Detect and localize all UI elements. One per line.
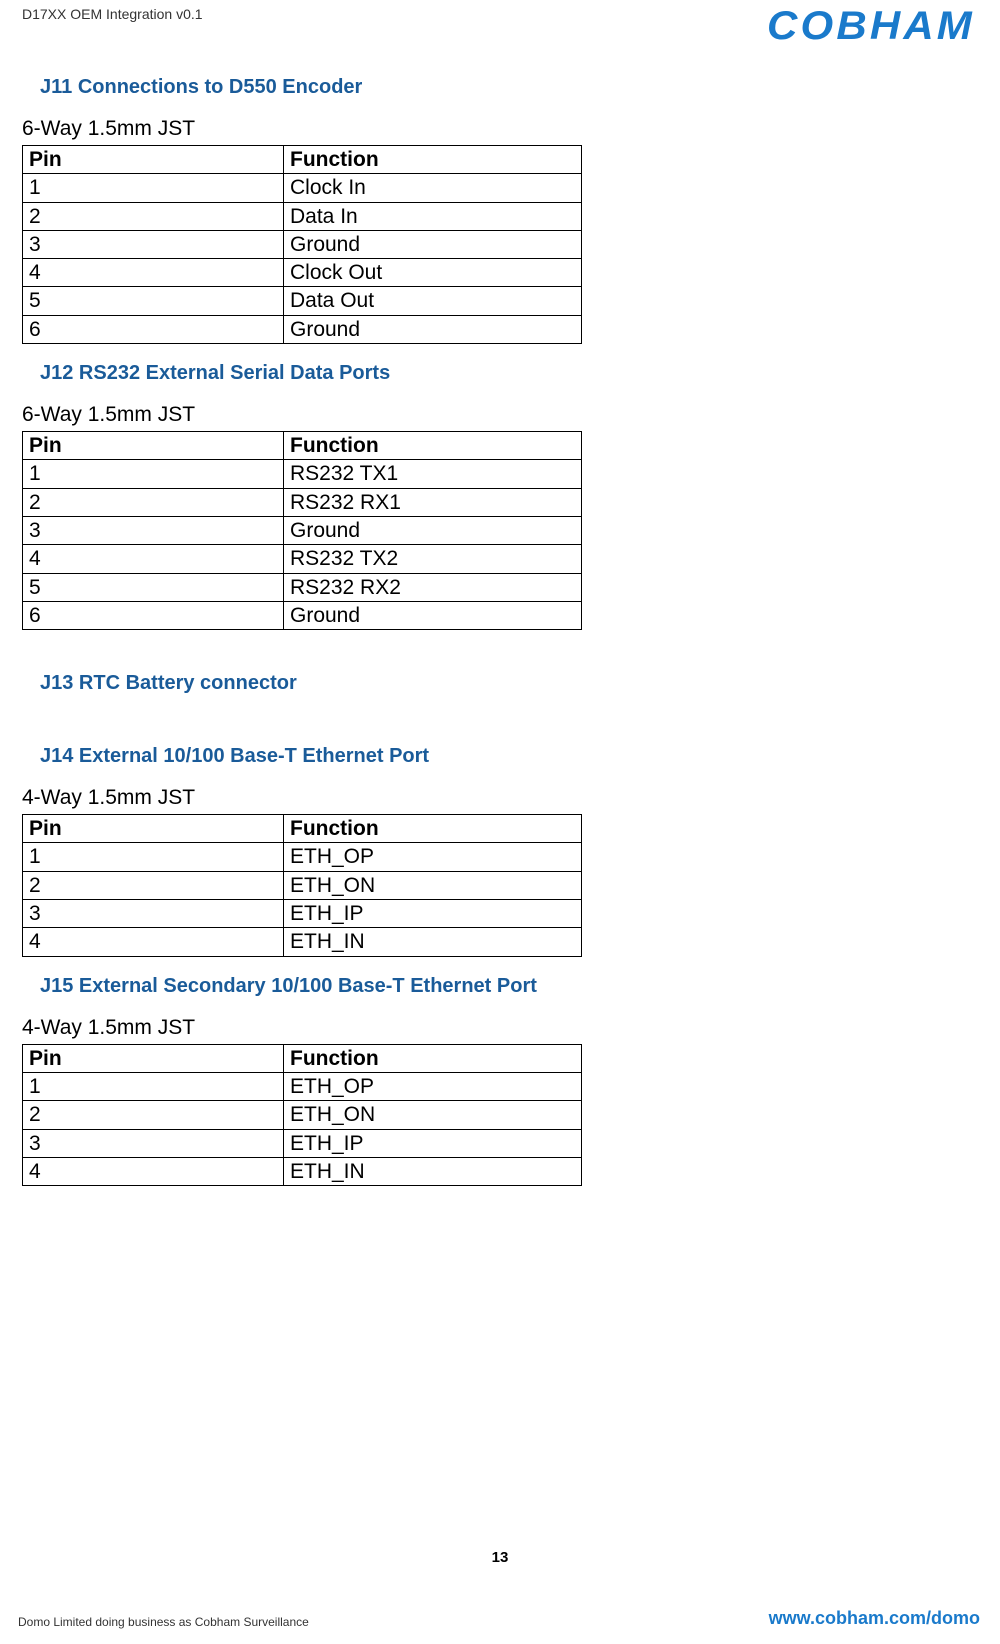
table-row: 5RS232 RX2 <box>23 573 582 601</box>
pin-cell: 2 <box>23 871 284 899</box>
table-row: 2RS232 RX1 <box>23 488 582 516</box>
pin-cell: 4 <box>23 545 284 573</box>
func-cell: RS232 TX1 <box>284 460 582 488</box>
table-row: 2ETH_ON <box>23 871 582 899</box>
pin-cell: 2 <box>23 488 284 516</box>
table-row: 3Ground <box>23 230 582 258</box>
pin-cell: 1 <box>23 843 284 871</box>
pin-table-j12: Pin Function 1RS232 TX1 2RS232 RX1 3Grou… <box>22 431 582 630</box>
col-pin: Pin <box>23 815 284 843</box>
col-pin: Pin <box>23 1044 284 1072</box>
pin-cell: 4 <box>23 259 284 287</box>
col-function: Function <box>284 146 582 174</box>
section-heading-j13: J13 RTC Battery connector <box>40 672 782 695</box>
footer-company: Domo Limited doing business as Cobham Su… <box>18 1615 309 1629</box>
pin-cell: 5 <box>23 573 284 601</box>
col-pin: Pin <box>23 432 284 460</box>
cobham-logo: COBHAM <box>767 4 975 49</box>
pin-cell: 1 <box>23 460 284 488</box>
table-row: 2Data In <box>23 202 582 230</box>
pin-cell: 6 <box>23 601 284 629</box>
func-cell: Ground <box>284 601 582 629</box>
func-cell: RS232 TX2 <box>284 545 582 573</box>
table-row: 1Clock In <box>23 174 582 202</box>
table-row: 4RS232 TX2 <box>23 545 582 573</box>
func-cell: ETH_OP <box>284 843 582 871</box>
func-cell: Ground <box>284 516 582 544</box>
func-cell: Clock Out <box>284 259 582 287</box>
table-row: 3Ground <box>23 516 582 544</box>
table-row: 5Data Out <box>23 287 582 315</box>
table-row: 3ETH_IP <box>23 1129 582 1157</box>
connector-type-j12: 6-Way 1.5mm JST <box>22 403 782 427</box>
col-pin: Pin <box>23 146 284 174</box>
page-number: 13 <box>0 1549 1000 1566</box>
pin-cell: 4 <box>23 1157 284 1185</box>
footer-url: www.cobham.com/domo <box>769 1608 980 1629</box>
func-cell: ETH_ON <box>284 1101 582 1129</box>
pin-cell: 3 <box>23 230 284 258</box>
pin-cell: 1 <box>23 174 284 202</box>
func-cell: ETH_IP <box>284 1129 582 1157</box>
pin-cell: 6 <box>23 315 284 343</box>
func-cell: Data Out <box>284 287 582 315</box>
table-row: 6Ground <box>23 315 582 343</box>
table-row: 3ETH_IP <box>23 900 582 928</box>
func-cell: ETH_IN <box>284 928 582 956</box>
pin-cell: 1 <box>23 1072 284 1100</box>
table-header-row: Pin Function <box>23 146 582 174</box>
func-cell: RS232 RX1 <box>284 488 582 516</box>
section-heading-j11: J11 Connections to D550 Encoder <box>40 76 782 99</box>
pin-table-j11: Pin Function 1Clock In 2Data In 3Ground … <box>22 145 582 344</box>
pin-cell: 3 <box>23 900 284 928</box>
func-cell: RS232 RX2 <box>284 573 582 601</box>
pin-cell: 2 <box>23 202 284 230</box>
func-cell: ETH_IN <box>284 1157 582 1185</box>
table-row: 6Ground <box>23 601 582 629</box>
func-cell: Clock In <box>284 174 582 202</box>
table-row: 4ETH_IN <box>23 928 582 956</box>
col-function: Function <box>284 1044 582 1072</box>
section-heading-j15: J15 External Secondary 10/100 Base-T Eth… <box>40 975 782 998</box>
table-header-row: Pin Function <box>23 432 582 460</box>
pin-cell: 2 <box>23 1101 284 1129</box>
func-cell: ETH_OP <box>284 1072 582 1100</box>
table-row: 1ETH_OP <box>23 1072 582 1100</box>
pin-table-j15: Pin Function 1ETH_OP 2ETH_ON 3ETH_IP 4ET… <box>22 1044 582 1186</box>
pin-cell: 5 <box>23 287 284 315</box>
col-function: Function <box>284 815 582 843</box>
func-cell: ETH_IP <box>284 900 582 928</box>
pin-cell: 3 <box>23 1129 284 1157</box>
table-row: 1RS232 TX1 <box>23 460 582 488</box>
table-row: 2ETH_ON <box>23 1101 582 1129</box>
table-header-row: Pin Function <box>23 815 582 843</box>
connector-type-j11: 6-Way 1.5mm JST <box>22 117 782 141</box>
table-row: 1ETH_OP <box>23 843 582 871</box>
section-heading-j14: J14 External 10/100 Base-T Ethernet Port <box>40 745 782 768</box>
func-cell: Ground <box>284 230 582 258</box>
col-function: Function <box>284 432 582 460</box>
func-cell: ETH_ON <box>284 871 582 899</box>
func-cell: Ground <box>284 315 582 343</box>
table-row: 4ETH_IN <box>23 1157 582 1185</box>
table-header-row: Pin Function <box>23 1044 582 1072</box>
connector-type-j15: 4-Way 1.5mm JST <box>22 1016 782 1040</box>
func-cell: Data In <box>284 202 582 230</box>
page-header: D17XX OEM Integration v0.1 COBHAM <box>22 6 980 56</box>
pin-cell: 3 <box>23 516 284 544</box>
page-content: J11 Connections to D550 Encoder 6-Way 1.… <box>22 58 782 1186</box>
pin-cell: 4 <box>23 928 284 956</box>
connector-type-j14: 4-Way 1.5mm JST <box>22 786 782 810</box>
pin-table-j14: Pin Function 1ETH_OP 2ETH_ON 3ETH_IP 4ET… <box>22 814 582 956</box>
table-row: 4Clock Out <box>23 259 582 287</box>
section-heading-j12: J12 RS232 External Serial Data Ports <box>40 362 782 385</box>
